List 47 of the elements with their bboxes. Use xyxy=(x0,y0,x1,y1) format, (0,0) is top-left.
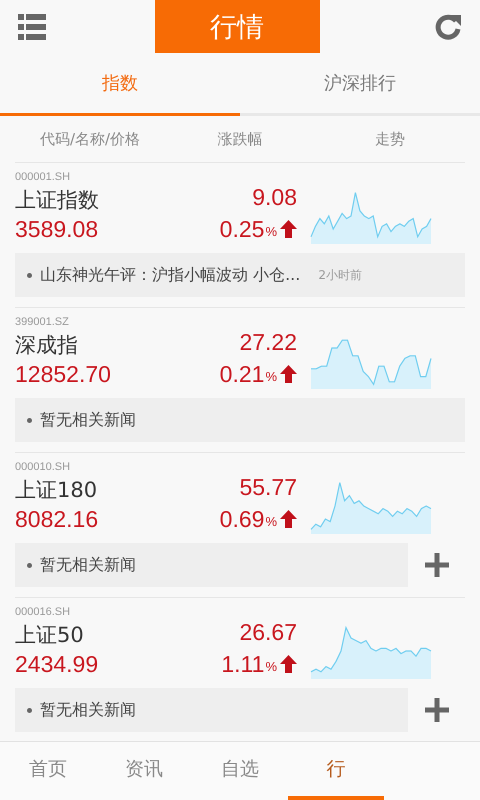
news-headline[interactable]: 山东神光午评：沪指小幅波动 小仓... xyxy=(40,264,300,286)
index-code: 000010.SH xyxy=(15,461,72,473)
column-header: 走势 xyxy=(374,130,406,148)
up-arrow-icon xyxy=(280,220,297,238)
plus-icon xyxy=(424,697,450,723)
up-arrow-icon xyxy=(280,510,297,528)
index-name: 深成指 xyxy=(15,332,79,359)
index-price: 12852.70 xyxy=(15,360,112,389)
news-headline[interactable]: 暂无相关新闻 xyxy=(40,700,136,720)
screen-title: 行情 xyxy=(154,0,320,53)
index-price: 3589.08 xyxy=(15,215,100,244)
plus-icon xyxy=(424,552,450,578)
index-code: 000016.SH xyxy=(15,606,72,618)
change-percent: 0.25 xyxy=(220,215,264,244)
change-value: 27.22 xyxy=(239,328,297,356)
change-percent: 0.21 xyxy=(220,360,264,389)
news-headline[interactable]: 暂无相关新闻 xyxy=(40,554,136,576)
change-percent: 0.69 xyxy=(220,505,264,534)
percent-sign: % xyxy=(265,223,277,241)
change-value: 9.08 xyxy=(252,183,297,211)
index-code: 399001.SZ xyxy=(15,316,70,328)
index-price: 2434.99 xyxy=(15,650,100,679)
index-code: 000001.SH xyxy=(15,171,72,183)
news-bar[interactable]: 暂无相关新闻 xyxy=(15,688,408,732)
index-name: 上证180 xyxy=(15,477,98,504)
refresh-icon[interactable] xyxy=(434,12,462,40)
index-name: 上证指数 xyxy=(15,187,100,214)
percent-sign: % xyxy=(265,368,277,386)
percent-sign: % xyxy=(265,513,277,531)
up-arrow-icon xyxy=(280,655,297,673)
news-bar[interactable]: 暂无相关新闻 xyxy=(15,398,465,442)
change-value: 26.67 xyxy=(239,618,297,646)
news-bar[interactable]: 山东神光午评：沪指小幅波动 小仓... 2小时前 xyxy=(15,253,465,297)
change-percent: 1.11 xyxy=(221,650,264,679)
change-value: 55.77 xyxy=(239,473,297,501)
tab[interactable]: 沪深排行 xyxy=(240,53,480,116)
up-arrow-icon xyxy=(280,365,297,383)
column-header: 涨跌幅 xyxy=(216,130,264,148)
nav-tab[interactable]: 行 xyxy=(288,742,384,800)
index-price: 8082.16 xyxy=(15,505,100,534)
column-header: 代码/名称/价格 xyxy=(38,130,142,148)
percent-sign: % xyxy=(265,658,277,676)
index-name: 上证50 xyxy=(15,622,85,649)
menu-icon[interactable] xyxy=(18,14,46,40)
news-bar[interactable]: 暂无相关新闻 xyxy=(15,543,408,587)
news-time: 2小时前 xyxy=(318,266,362,284)
news-headline[interactable]: 暂无相关新闻 xyxy=(40,410,136,430)
